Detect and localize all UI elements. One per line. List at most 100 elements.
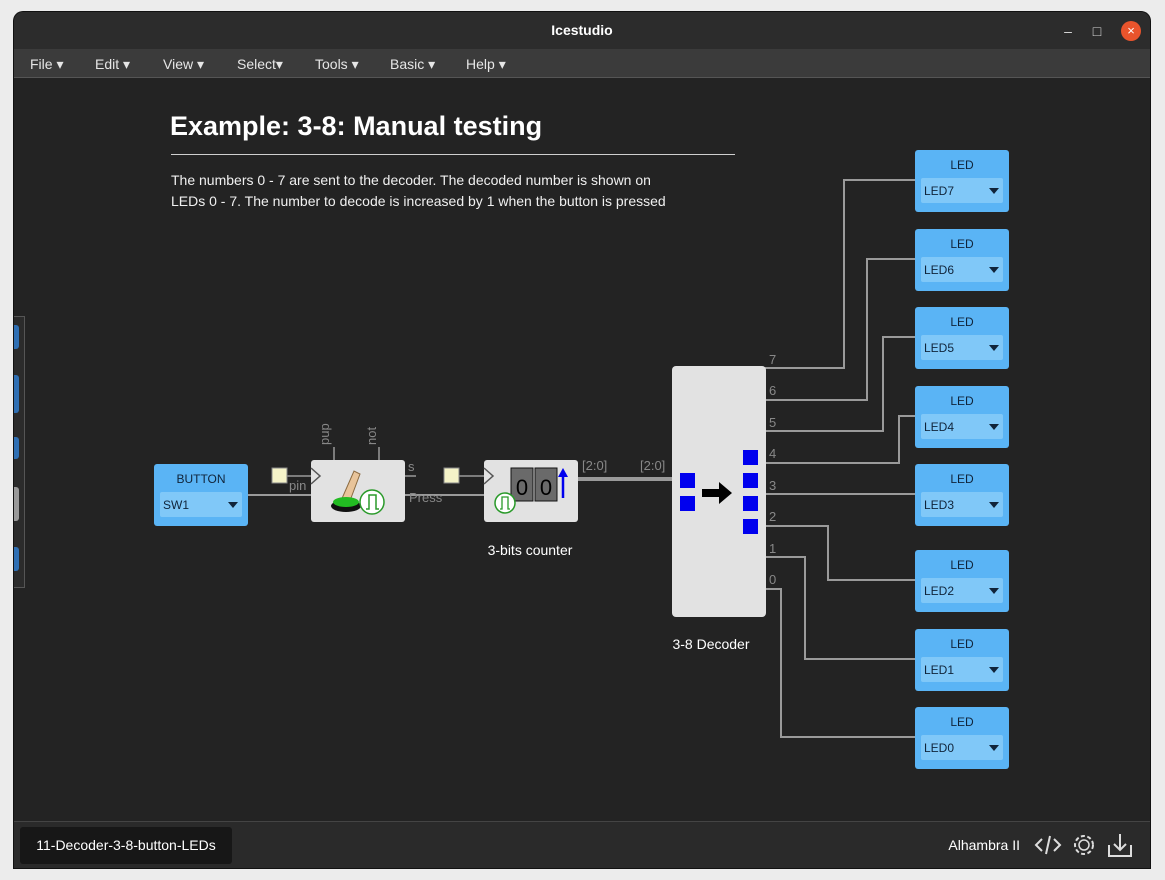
led-block-title: LED (950, 315, 974, 329)
project-tab[interactable]: 11-Decoder-3-8-button-LEDs (20, 827, 232, 864)
decoder-out-label: 7 (769, 352, 776, 367)
led-block-title: LED (950, 637, 974, 651)
decoder-output-square (743, 519, 758, 534)
decoder-input-square (680, 473, 695, 488)
led-pin-value: LED4 (924, 420, 954, 434)
chevron-down-icon: ▾ (428, 56, 436, 72)
counter-bus-label: [2:0] (582, 458, 607, 473)
led-pin-value: LED6 (924, 263, 954, 277)
led-pin-value: LED5 (924, 341, 954, 355)
build-gear-icon[interactable] (1070, 831, 1098, 859)
led-block-7[interactable]: LED LED7 (915, 150, 1009, 212)
counter-label: 3-bits counter (488, 542, 573, 558)
pulse-icon (494, 492, 516, 514)
menu-view[interactable]: View ▾ (163, 56, 204, 73)
decoder-label: 3-8 Decoder (672, 636, 749, 652)
led-block-title: LED (950, 394, 974, 408)
led-block-1[interactable]: LED LED1 (915, 629, 1009, 691)
pin-port-label: pin (289, 478, 306, 493)
led-pin-value: LED3 (924, 498, 954, 512)
led-block-5[interactable]: LED LED5 (915, 307, 1009, 369)
led-block-4[interactable]: LED LED4 (915, 386, 1009, 448)
menu-file[interactable]: File ▾ (30, 56, 63, 73)
menu-tools[interactable]: Tools ▾ (315, 56, 359, 73)
minimize-button[interactable]: – (1058, 21, 1078, 41)
menu-edit-label: Edit (95, 56, 120, 72)
decoder-out-label: 1 (769, 541, 776, 556)
wire-out7[interactable] (765, 179, 915, 369)
menu-bar: File ▾ Edit ▾ View ▾ Select▾ Tools ▾ Bas… (14, 49, 1150, 78)
design-canvas[interactable]: Example: 3-8: Manual testing The numbers… (14, 78, 1150, 821)
led-block-title: LED (950, 237, 974, 251)
button-pin-value: SW1 (163, 498, 189, 512)
menu-tools-label: Tools (315, 56, 348, 72)
decoder-out-label: 5 (769, 415, 776, 430)
menu-file-label: File (30, 56, 53, 72)
led-block-2[interactable]: LED LED2 (915, 550, 1009, 612)
chevron-down-icon: ▾ (123, 56, 131, 72)
led-block-title: LED (950, 158, 974, 172)
push-button-cap (333, 497, 359, 507)
led-block-title: LED (950, 715, 974, 729)
led-block-title: LED (950, 558, 974, 572)
led-block-6[interactable]: LED LED6 (915, 229, 1009, 291)
wire-out4[interactable] (765, 415, 915, 464)
decoder-output-labels: 7 6 5 4 3 2 1 0 (769, 352, 776, 587)
button-block-title: BUTTON (176, 472, 225, 486)
title-bar: Icestudio – □ × (14, 12, 1150, 49)
chevron-down-icon: ▾ (56, 56, 64, 72)
led-pin-value: LED2 (924, 584, 954, 598)
chevron-down-icon: ▾ (275, 56, 283, 72)
s-port-label: s (408, 459, 415, 474)
led-block-title: LED (950, 472, 974, 486)
counter-block[interactable]: 0 0 (483, 460, 578, 522)
code-icon[interactable] (1034, 831, 1062, 859)
menu-select-label: Select (237, 56, 276, 72)
counter-digit-2: 0 (540, 475, 552, 500)
menu-edit[interactable]: Edit ▾ (95, 56, 130, 73)
wires (247, 179, 915, 738)
decoder-output-square (743, 496, 758, 511)
status-bar: 11-Decoder-3-8-button-LEDs Alhambra II (14, 821, 1150, 868)
decoder-out-label: 0 (769, 572, 776, 587)
board-name[interactable]: Alhambra II (948, 837, 1020, 853)
app-window: Icestudio – □ × File ▾ Edit ▾ View ▾ Sel… (14, 12, 1150, 868)
debouncer-block[interactable] (310, 460, 405, 522)
wire-out6[interactable] (765, 258, 915, 401)
decoder-input-square (680, 496, 695, 511)
clock-constant-1[interactable] (271, 467, 288, 484)
decoder-out-label: 6 (769, 383, 776, 398)
wire-out1[interactable] (765, 556, 915, 660)
chevron-down-icon: ▾ (196, 56, 205, 72)
decoder-output-square (743, 473, 758, 488)
led-block-0[interactable]: LED LED0 (915, 707, 1009, 769)
led-block-3[interactable]: LED LED3 (915, 464, 1009, 526)
decoder-out-label: 2 (769, 509, 776, 524)
menu-view-label: View (163, 56, 194, 72)
menu-basic-label: Basic (390, 56, 425, 72)
pup-param-label: pup (317, 423, 332, 445)
wire-out0[interactable] (765, 588, 915, 738)
close-button[interactable]: × (1121, 21, 1141, 41)
upload-icon[interactable] (1106, 831, 1134, 859)
decoder-output-square (743, 450, 758, 465)
clock-constant-2[interactable] (443, 467, 460, 484)
wire-out2[interactable] (765, 525, 915, 581)
decoder-out-label: 4 (769, 446, 776, 461)
menu-basic[interactable]: Basic ▾ (390, 56, 435, 73)
led-pin-value: LED0 (924, 741, 954, 755)
chevron-down-icon: ▾ (498, 56, 506, 72)
decoder-bus-label: [2:0] (640, 458, 665, 473)
led-pin-value: LED7 (924, 184, 954, 198)
wire-out5[interactable] (765, 336, 915, 432)
decoder-block[interactable] (672, 366, 766, 617)
maximize-button[interactable]: □ (1087, 21, 1107, 41)
window-title: Icestudio (551, 22, 613, 38)
menu-select[interactable]: Select▾ (237, 56, 283, 73)
button-io-block[interactable]: BUTTON SW1 (154, 464, 248, 526)
counter-digit-1: 0 (516, 475, 528, 500)
chevron-down-icon: ▾ (351, 56, 359, 72)
pulse-icon (359, 489, 385, 515)
menu-help[interactable]: Help ▾ (466, 56, 506, 73)
led-pin-value: LED1 (924, 663, 954, 677)
